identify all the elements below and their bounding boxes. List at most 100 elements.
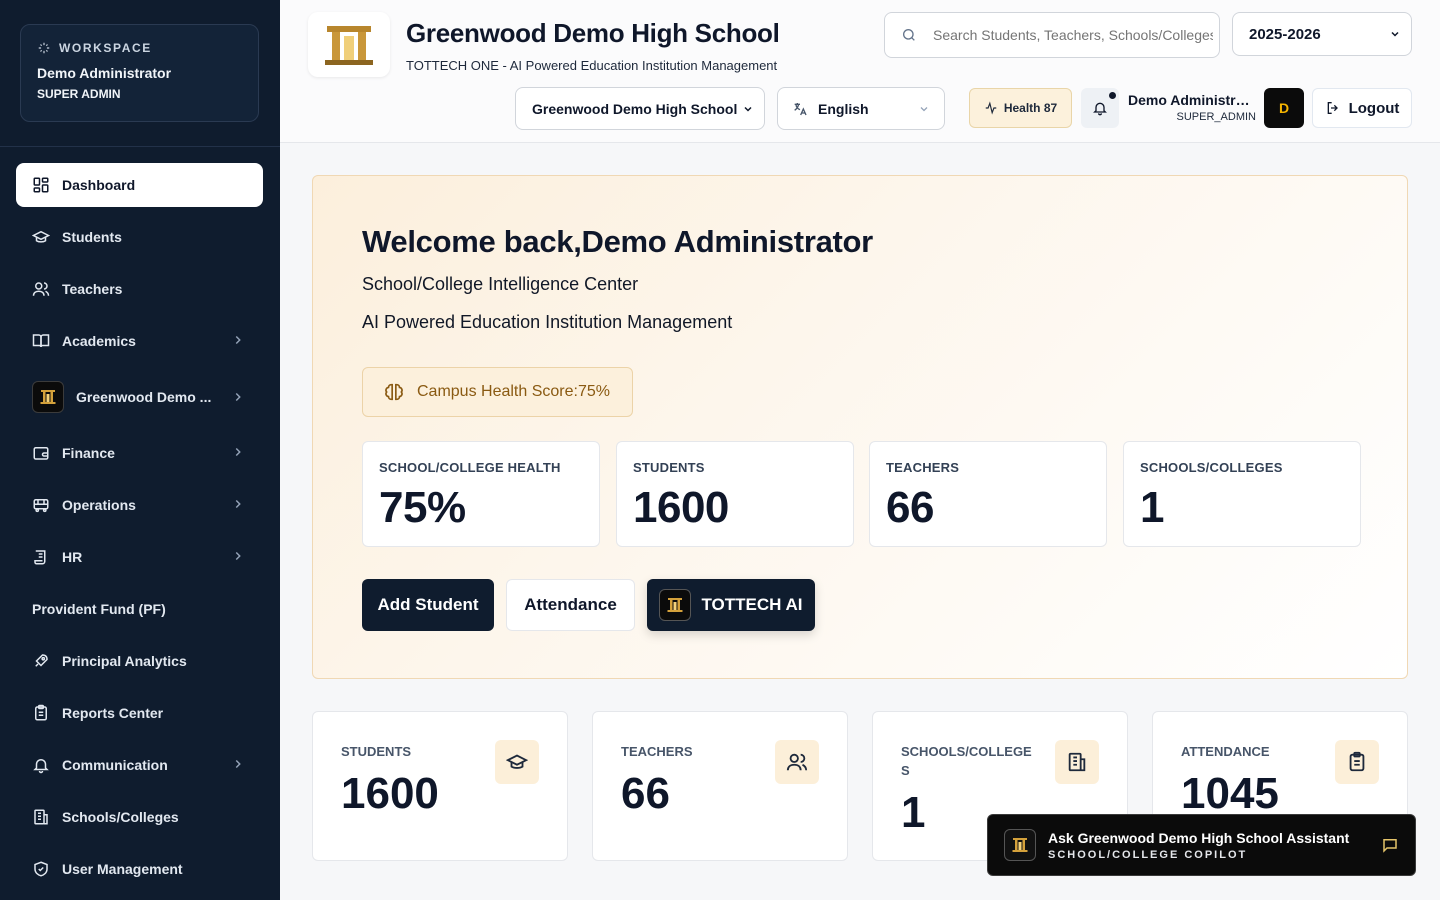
assistant-launcher[interactable]: Ask Greenwood Demo High School Assistant… (987, 814, 1416, 876)
sparkles-icon (38, 42, 50, 54)
hero-subtitle-2: AI Powered Education Institution Managem… (362, 312, 733, 332)
hero-card-label: STUDENTS (633, 460, 705, 475)
sidebar-item-label: Provident Fund (PF) (32, 601, 166, 617)
avatar[interactable]: D (1264, 88, 1304, 128)
sidebar-item-label: Dashboard (62, 177, 136, 193)
graduation-cap-icon (495, 740, 539, 784)
hero-card-label: SCHOOLS/COLLEGES (1140, 460, 1283, 475)
school-logo-icon (659, 589, 692, 621)
academic-year-select[interactable]: 2025-2026 (1232, 12, 1412, 56)
hero-card-value: 75% (379, 483, 466, 532)
shield-icon (32, 860, 50, 878)
welcome-hero: Welcome back,Demo Administrator School/C… (312, 175, 1408, 679)
brain-icon (385, 383, 403, 401)
school-select-value: Greenwood Demo High School (532, 100, 738, 117)
wallet-icon (32, 444, 50, 462)
users-icon (32, 280, 50, 298)
stat-label: STUDENTS (341, 744, 412, 759)
scroll-icon (32, 548, 50, 566)
chevron-down-icon (920, 106, 928, 111)
hero-card-teachers: TEACHERS 66 (869, 441, 1107, 547)
school-logo[interactable] (308, 12, 390, 77)
hero-card-label: SCHOOL/COLLEGE HEALTH (379, 460, 561, 475)
stat-label: TEACHERS (621, 744, 693, 759)
sidebar-item-finance[interactable]: Finance (16, 431, 263, 475)
health-badge[interactable]: Health 87 (969, 88, 1072, 128)
hero-card-value: 1 (1140, 483, 1164, 532)
workspace-title: WORKSPACE (37, 41, 242, 55)
sidebar-item-provident-fund[interactable]: Provident Fund (PF) (16, 587, 263, 631)
language-select[interactable]: English (777, 87, 945, 130)
sidebar-item-label: HR (62, 549, 83, 565)
sidebar-item-label: Principal Analytics (62, 653, 187, 669)
bus-icon (32, 496, 50, 514)
logout-label: Logout (1348, 99, 1400, 117)
sidebar-item-label: Greenwood Demo ... (76, 389, 212, 405)
sidebar-item-school[interactable]: Greenwood Demo ... (16, 371, 263, 423)
hero-card-health: SCHOOL/COLLEGE HEALTH 75% (362, 441, 600, 547)
global-search[interactable] (884, 12, 1220, 58)
activity-icon (985, 101, 997, 115)
attendance-button[interactable]: Attendance (506, 579, 635, 631)
building-icon (32, 808, 50, 826)
sidebar-item-schools-colleges[interactable]: Schools/Colleges (16, 795, 263, 839)
hero-card-schools: SCHOOLS/COLLEGES 1 (1123, 441, 1361, 547)
assistant-title: Ask Greenwood Demo High School Assistant (1048, 829, 1350, 846)
sidebar-item-label: Reports Center (62, 705, 164, 721)
school-name: Greenwood Demo High School (406, 18, 780, 48)
stat-card-students[interactable]: STUDENTS 1600 (312, 711, 568, 861)
sidebar-item-hr[interactable]: HR (16, 535, 263, 579)
graduation-cap-icon (32, 228, 50, 246)
logout-button[interactable]: Logout (1312, 88, 1412, 128)
assistant-subtitle: SCHOOL/COLLEGE COPILOT (1048, 848, 1248, 861)
grid-icon (32, 176, 50, 194)
sidebar-item-label: Schools/Colleges (62, 809, 179, 825)
campus-health-text: Campus Health Score:75% (417, 383, 610, 400)
clipboard-icon (32, 704, 50, 722)
add-student-button[interactable]: Add Student (362, 579, 494, 631)
welcome-heading: Welcome back,Demo Administrator (362, 224, 873, 259)
hero-card-students: STUDENTS 1600 (616, 441, 854, 547)
chevron-right-icon (235, 759, 241, 769)
workspace-user-role: SUPER ADMIN (37, 87, 121, 101)
assistant-text: Ask Greenwood Demo High School Assistant… (1048, 830, 1349, 861)
sidebar-item-students[interactable]: Students (16, 215, 263, 259)
notifications-button[interactable] (1081, 88, 1119, 128)
book-open-icon (32, 332, 50, 350)
workspace-card[interactable]: WORKSPACE Demo Administrator SUPER ADMIN (20, 24, 259, 122)
school-logo-icon (32, 381, 64, 413)
chevron-down-icon (1391, 31, 1399, 37)
chevron-right-icon (235, 447, 241, 457)
sidebar-item-operations[interactable]: Operations (16, 483, 263, 527)
stat-card-teachers[interactable]: TEACHERS 66 (592, 711, 848, 861)
sidebar-item-academics[interactable]: Academics (16, 319, 263, 363)
chevron-right-icon (235, 392, 241, 402)
sidebar-item-communication[interactable]: Communication (16, 743, 263, 787)
sidebar-item-label: Communication (62, 757, 168, 773)
sidebar-divider (0, 146, 280, 147)
sidebar-item-principal-analytics[interactable]: Principal Analytics (16, 639, 263, 683)
logout-icon (1327, 102, 1338, 114)
top-header: Greenwood Demo High School TOTTECH ONE -… (280, 0, 1440, 143)
academic-year-value: 2025-2026 (1249, 25, 1321, 43)
school-select[interactable]: Greenwood Demo High School (515, 87, 765, 130)
chevron-right-icon (235, 499, 241, 509)
sidebar-item-label: Academics (62, 333, 136, 349)
sidebar-item-label: Operations (62, 497, 136, 513)
search-input[interactable] (933, 27, 1213, 43)
sidebar: WORKSPACE Demo Administrator SUPER ADMIN… (0, 0, 280, 900)
workspace-user-name: Demo Administrator (37, 65, 172, 81)
sidebar-item-dashboard[interactable]: Dashboard (16, 163, 263, 207)
sidebar-item-user-management[interactable]: User Management (16, 847, 263, 891)
sidebar-item-teachers[interactable]: Teachers (16, 267, 263, 311)
hero-card-value: 66 (886, 483, 934, 532)
stat-label: SCHOOLS/COLLEGE S (901, 744, 1032, 778)
sidebar-item-reports-center[interactable]: Reports Center (16, 691, 263, 735)
hero-card-value: 1600 (633, 483, 729, 532)
header-user-name: Demo Administrator (1128, 92, 1252, 108)
hero-subtitle-1: School/College Intelligence Center (362, 274, 639, 294)
tottech-ai-button[interactable]: TOTTECH AI (647, 579, 815, 631)
school-logo-icon (1004, 829, 1036, 861)
bell-icon (1093, 102, 1107, 116)
clipboard-icon (1335, 740, 1379, 784)
